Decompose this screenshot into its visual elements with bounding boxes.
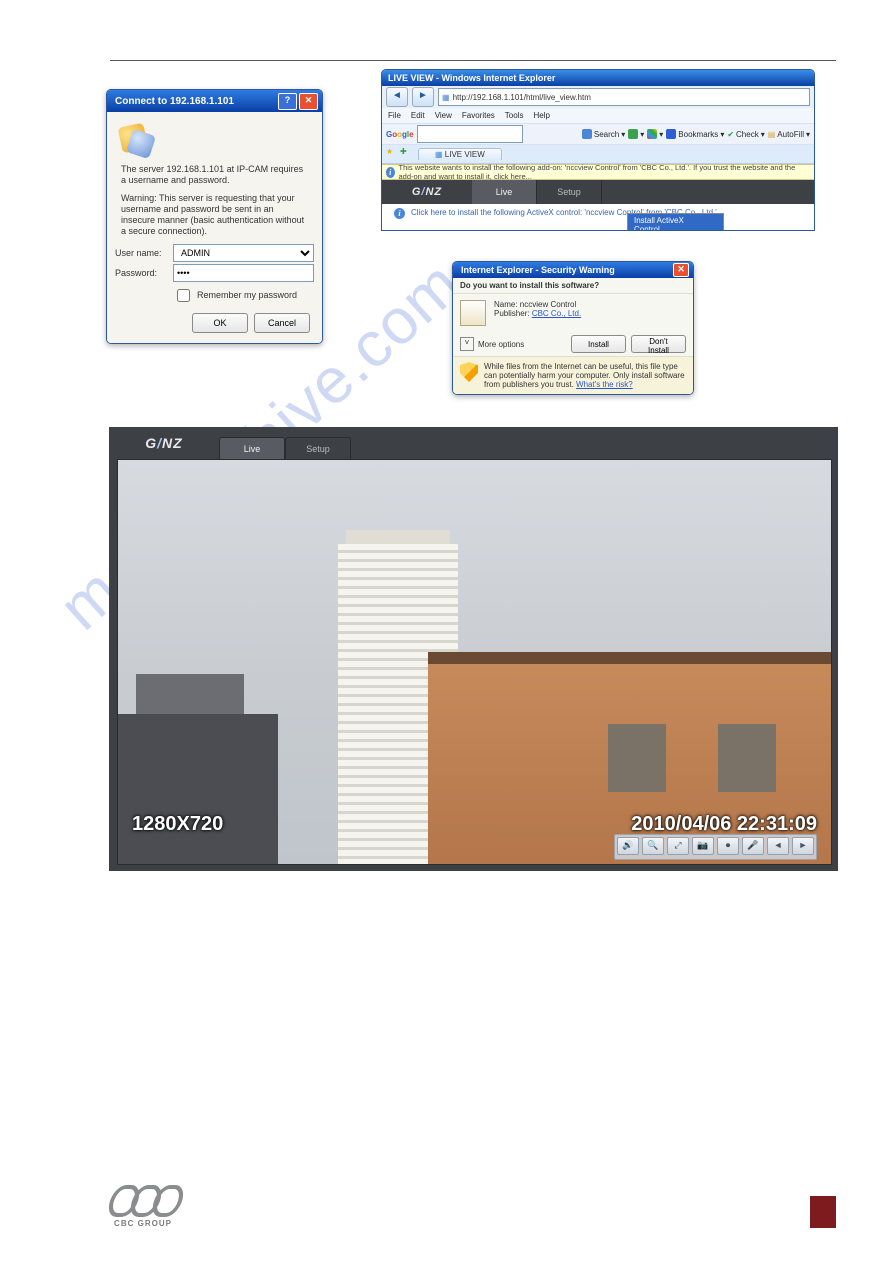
speaker-icon[interactable]: 🔊 <box>617 837 639 855</box>
menu-file[interactable]: File <box>388 111 401 120</box>
login-dialog: Connect to 192.168.1.101 ? ✕ The server … <box>106 89 323 344</box>
ie-nav-row: ◄ ► ▦ http://192.168.1.101/html/live_vie… <box>382 86 814 108</box>
infobar-text: This website wants to install the follow… <box>399 163 811 181</box>
whats-the-risk-link[interactable]: What's the risk? <box>576 380 633 389</box>
osd-timestamp: 2010/04/06 22:31:09 <box>631 813 817 836</box>
video-canvas[interactable]: 1280X720 2010/04/06 22:31:09 🔊 🔍 ⤢ 📷 ⏺ 🎤… <box>117 459 832 865</box>
menu-view[interactable]: View <box>435 111 452 120</box>
gtb-bookmarks[interactable]: Bookmarks▾ <box>666 129 724 139</box>
ie-menu-bar: File Edit View Favorites Tools Help <box>382 108 814 123</box>
software-icon <box>460 300 486 326</box>
header-divider <box>110 60 836 61</box>
tab-live[interactable]: Live <box>219 437 285 460</box>
menu-help[interactable]: Help <box>533 111 549 120</box>
more-options-label[interactable]: More options <box>478 340 524 349</box>
ok-button[interactable]: OK <box>192 313 248 333</box>
browser-tab[interactable]: ▦ LIVE VIEW <box>418 148 502 160</box>
keys-icon <box>117 122 153 158</box>
menu-tools[interactable]: Tools <box>505 111 524 120</box>
menu-edit[interactable]: Edit <box>411 111 425 120</box>
login-warning-text: Warning: This server is requesting that … <box>121 193 308 238</box>
security-question: Do you want to install this software? <box>453 278 693 294</box>
login-titlebar[interactable]: Connect to 192.168.1.101 ? ✕ <box>107 90 322 112</box>
more-options-toggle[interactable]: ˅ <box>460 337 474 351</box>
gtb-share[interactable]: ▾ <box>628 129 644 139</box>
cbc-brand-text: CBC GROUP <box>114 1219 172 1228</box>
record-icon[interactable]: ⏺ <box>717 837 739 855</box>
address-url: http://192.168.1.101/html/live_view.htm <box>453 93 591 102</box>
sw-pub-link[interactable]: CBC Co., Ltd. <box>532 309 581 318</box>
sw-name-label: Name: <box>494 300 518 309</box>
ie-tab-row: ★ ✚ ▦ LIVE VIEW <box>382 145 814 164</box>
gtb-more[interactable]: ▾ <box>647 129 663 139</box>
username-label: User name: <box>115 248 173 258</box>
shield-icon <box>460 362 478 382</box>
login-server-text: The server 192.168.1.101 at IP-CAM requi… <box>121 164 308 187</box>
ie-window: LIVE VIEW - Windows Internet Explorer ◄ … <box>381 69 815 231</box>
ie-titlebar[interactable]: LIVE VIEW - Windows Internet Explorer <box>382 70 814 86</box>
back-button[interactable]: ◄ <box>386 87 408 107</box>
page-icon: ▦ <box>442 93 450 102</box>
tab-page-icon: ▦ <box>435 150 443 159</box>
menu-install-activex[interactable]: Install ActiveX Control... <box>628 214 723 231</box>
activex-infobar[interactable]: i This website wants to install the foll… <box>382 164 814 180</box>
address-bar[interactable]: ▦ http://192.168.1.101/html/live_view.ht… <box>438 88 810 106</box>
sw-pub-label: Publisher: <box>494 309 530 318</box>
ganz-logo: G/NZ <box>109 435 219 451</box>
ganz-logo: G/NZ <box>382 186 472 198</box>
google-search-input[interactable] <box>417 125 523 143</box>
close-button[interactable]: ✕ <box>673 263 689 277</box>
google-toolbar: Google Search ▾ ▾ ▾ Bookmarks▾ ✔Check ▾ … <box>382 123 814 145</box>
viewer-controls: 🔊 🔍 ⤢ 📷 ⏺ 🎤 ◄ ► <box>614 834 817 860</box>
gtb-check[interactable]: ✔Check ▾ <box>727 130 764 139</box>
remember-label: Remember my password <box>197 290 297 300</box>
login-title: Connect to 192.168.1.101 <box>115 96 234 107</box>
menu-favorites[interactable]: Favorites <box>462 111 495 120</box>
security-titlebar[interactable]: Internet Explorer - Security Warning ✕ <box>453 262 693 278</box>
close-button[interactable]: ✕ <box>299 93 318 110</box>
camera-app-header: G/NZ Live Setup <box>382 180 814 204</box>
cbc-logo: CBC GROUP <box>110 1185 176 1228</box>
next-icon[interactable]: ► <box>792 837 814 855</box>
info-icon: i <box>386 167 395 178</box>
add-favorites-icon[interactable]: ✚ <box>400 147 414 161</box>
install-button[interactable]: Install <box>571 335 626 353</box>
tab-live[interactable]: Live <box>472 180 537 204</box>
remember-checkbox[interactable] <box>177 289 190 302</box>
help-button[interactable]: ? <box>278 93 297 110</box>
prev-icon[interactable]: ◄ <box>767 837 789 855</box>
expand-icon[interactable]: ⤢ <box>667 837 689 855</box>
info-icon: i <box>394 208 405 219</box>
cancel-button[interactable]: Cancel <box>254 313 310 333</box>
forward-button[interactable]: ► <box>412 87 434 107</box>
tab-setup[interactable]: Setup <box>285 437 351 460</box>
gtb-search[interactable]: Search ▾ <box>582 129 625 139</box>
google-logo: Google <box>386 130 414 139</box>
security-title: Internet Explorer - Security Warning <box>461 265 615 275</box>
osd-resolution: 1280X720 <box>132 813 223 836</box>
sw-name-value: nccview Control <box>520 300 576 309</box>
viewer-header: G/NZ Live Setup <box>109 427 838 459</box>
gtb-autofill[interactable]: ▤AutoFill ▾ <box>768 130 810 139</box>
password-label: Password: <box>115 268 173 278</box>
search-icon[interactable]: 🔍 <box>642 837 664 855</box>
page-footer: CBC GROUP <box>110 1185 836 1228</box>
live-viewer: G/NZ Live Setup 1280X720 2010/04/06 22:3… <box>109 427 838 871</box>
password-field[interactable] <box>173 264 314 282</box>
favorites-star-icon[interactable]: ★ <box>386 147 400 161</box>
snapshot-icon[interactable]: 📷 <box>692 837 714 855</box>
mic-icon[interactable]: 🎤 <box>742 837 764 855</box>
tab-setup[interactable]: Setup <box>537 180 602 204</box>
security-warning-dialog: Internet Explorer - Security Warning ✕ D… <box>452 261 694 395</box>
page-number-block <box>810 1196 836 1228</box>
dont-install-button[interactable]: Don't Install <box>631 335 686 353</box>
activex-context-menu: Install ActiveX Control... What's the Ri… <box>627 213 724 231</box>
username-field[interactable]: ADMIN <box>173 244 314 262</box>
activex-prompt-row: i Click here to install the following Ac… <box>382 204 814 230</box>
